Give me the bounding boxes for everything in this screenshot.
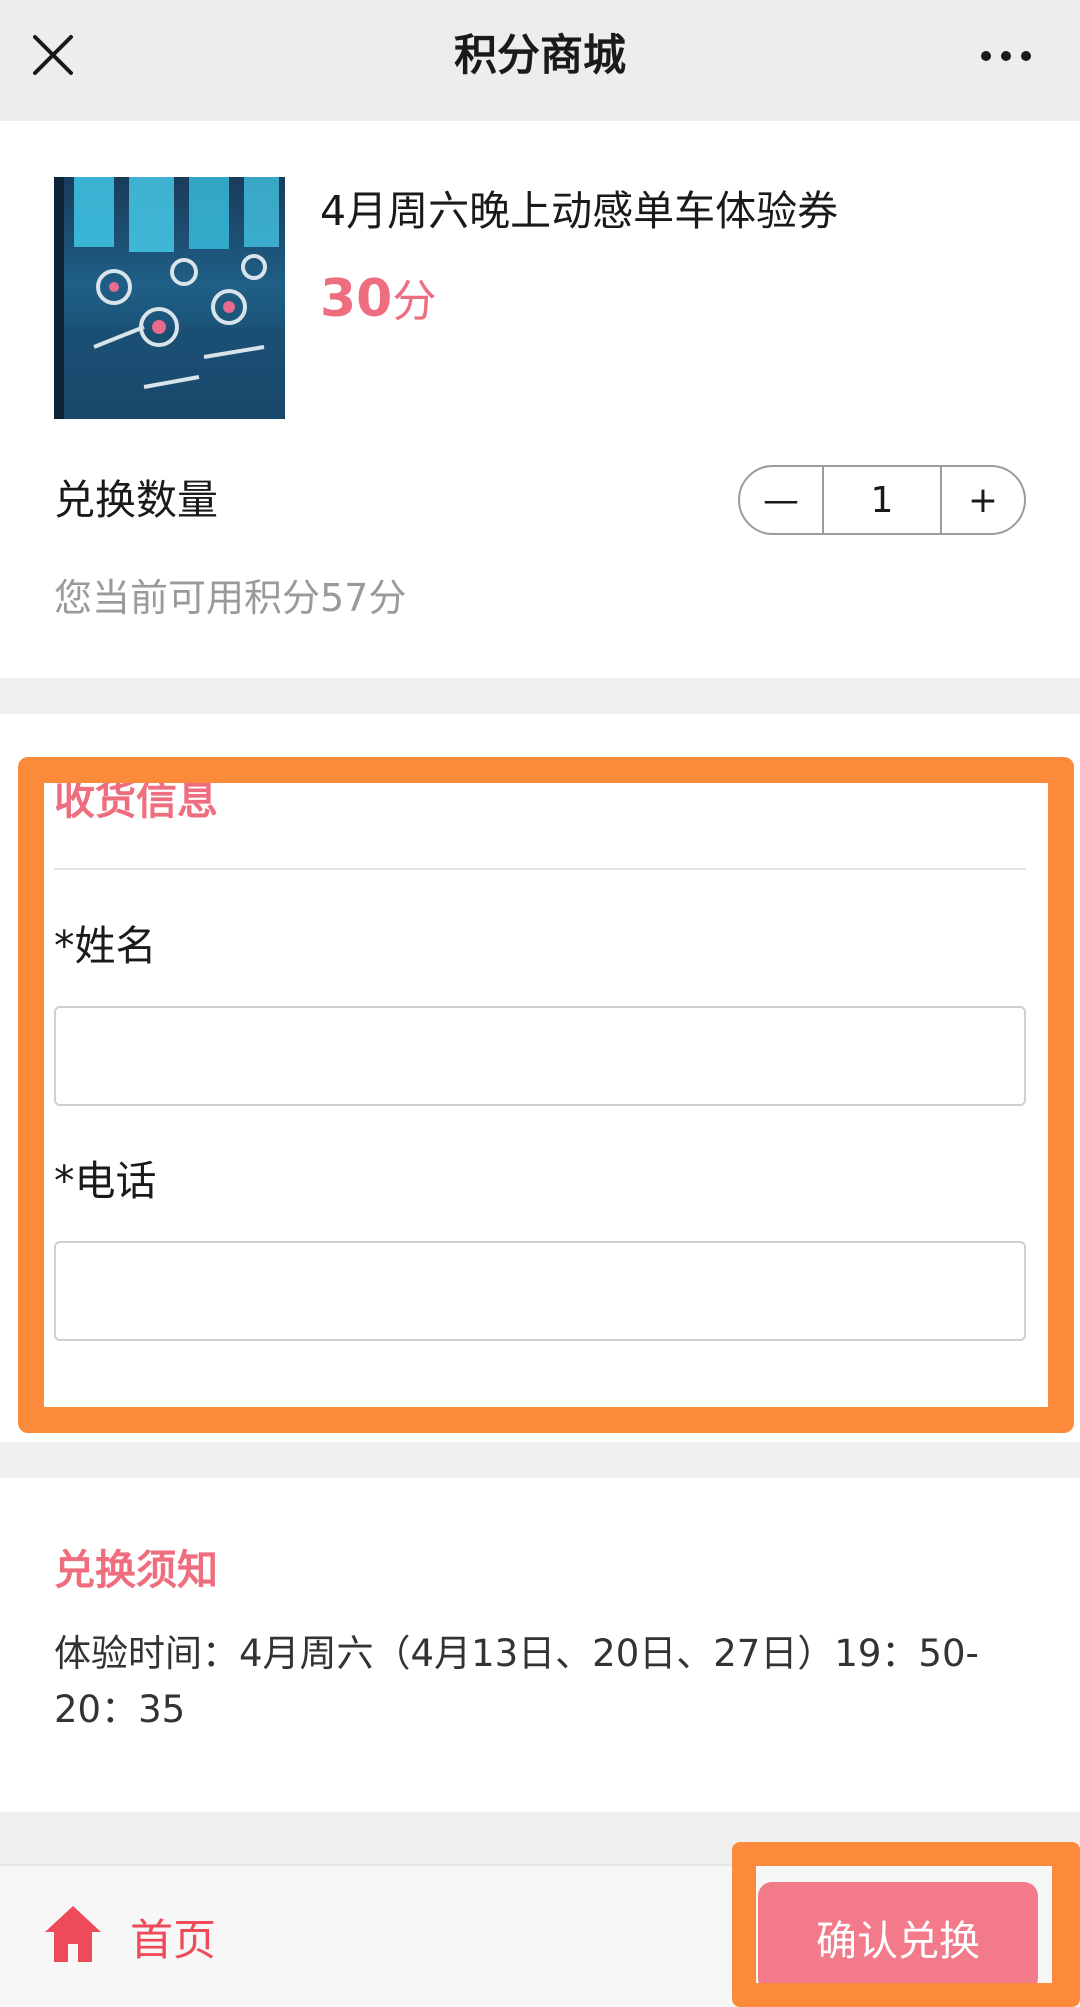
page-title: 积分商城 — [454, 31, 626, 81]
available-points-note: 您当前可用积分57分 — [54, 576, 407, 620]
price-value: 30 — [320, 269, 393, 329]
product-card: 4月周六晚上动感单车体验券 30分 兑换数量 — 1 + 您当前可用积分57分 — [0, 121, 1080, 678]
notice-title: 兑换须知 — [54, 1546, 218, 1594]
highlight-frame-confirm — [732, 1842, 1080, 2007]
exchange-notice-card: 兑换须知 体验时间：4月周六（4月13日、20日、27日）19：50-20：35 — [0, 1478, 1080, 1812]
more-horizontal-icon[interactable] — [976, 38, 1036, 74]
product-name: 4月周六晚上动感单车体验券 — [320, 187, 839, 235]
quantity-label: 兑换数量 — [54, 476, 218, 524]
notice-body: 体验时间：4月周六（4月13日、20日、27日）19：50-20：35 — [54, 1632, 979, 1731]
home-link[interactable]: 首页 — [130, 1906, 216, 1968]
product-price: 30分 — [320, 265, 436, 329]
increment-button[interactable]: + — [942, 467, 1024, 533]
top-nav-bar: 积分商城 — [0, 0, 1080, 121]
highlight-frame-shipping — [18, 757, 1074, 1433]
decrement-button[interactable]: — — [740, 467, 822, 533]
quantity-stepper: — 1 + — [738, 465, 1026, 535]
price-unit: 分 — [392, 276, 437, 327]
quantity-value[interactable]: 1 — [822, 467, 942, 533]
home-icon[interactable] — [42, 1902, 104, 1966]
product-image — [54, 177, 285, 419]
